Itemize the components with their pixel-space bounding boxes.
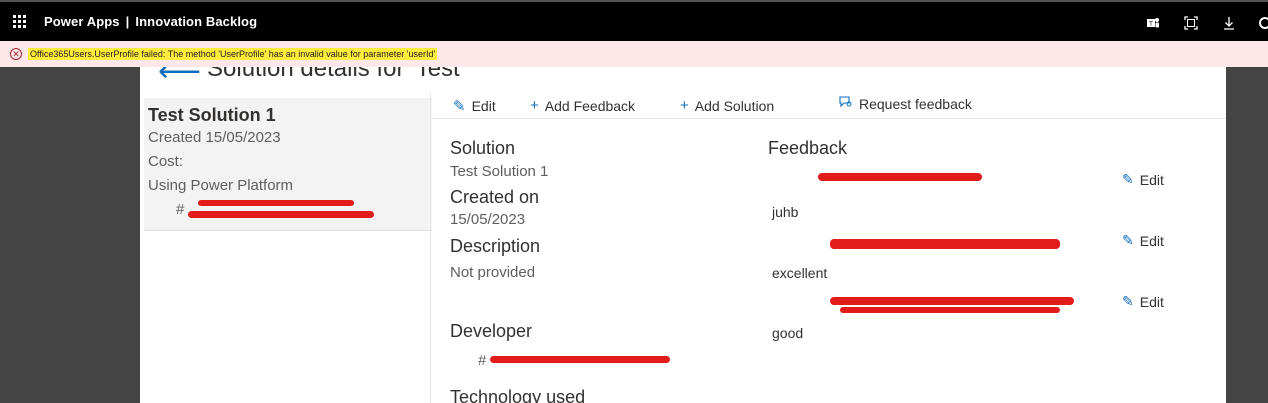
solution-item-title: Test Solution 1 [148, 105, 276, 125]
redaction-mark [818, 173, 982, 181]
teams-icon[interactable]: T [1134, 16, 1172, 30]
error-message: Office365Users.UserProfile failed: The m… [28, 48, 438, 60]
app-name: Power Apps [44, 14, 120, 29]
solution-list-item[interactable]: Test Solution 1 Created 15/05/2023 Cost:… [144, 98, 432, 231]
developer-prefix: # [478, 352, 487, 369]
settings-icon[interactable] [1248, 16, 1268, 30]
add-feedback-label: Add Feedback [544, 97, 636, 114]
download-icon[interactable] [1210, 16, 1248, 30]
app-title: Power Apps | Innovation Backlog [44, 14, 257, 29]
feedback-item-text: juhb [772, 204, 799, 220]
solution-item-owner-prefix: # [176, 201, 185, 218]
error-bar: ✕ Office365Users.UserProfile failed: The… [0, 41, 1268, 67]
error-icon[interactable]: ✕ [10, 48, 22, 60]
pencil-icon: ✎ [1122, 171, 1134, 187]
feedback-label: Feedback [768, 138, 848, 158]
solution-value: Test Solution 1 [450, 163, 549, 180]
description-label: Description [450, 236, 541, 256]
app-canvas: ⟵ Solution details for 'Test' Test Solut… [140, 67, 1226, 403]
request-feedback-label: Request feedback [859, 96, 972, 112]
feedback-edit-button[interactable]: ✎ Edit [1122, 171, 1164, 188]
page-header: ⟵ Solution details for 'Test' [140, 67, 1226, 92]
add-solution-label: Add Solution [694, 97, 775, 114]
solution-item-using: Using Power Platform [148, 177, 294, 194]
title-separator: | [125, 14, 130, 29]
expand-icon[interactable] [1172, 15, 1210, 30]
command-bar: ✎ Edit + Add Feedback + Add Solution Reques… [431, 92, 1226, 119]
created-on-value: 15/05/2023 [450, 211, 526, 228]
feedback-item-text: excellent [772, 265, 828, 281]
svg-text:T: T [1148, 20, 1153, 27]
top-icons: T [1134, 2, 1268, 43]
redaction-mark [840, 307, 1060, 313]
redaction-mark [830, 239, 1060, 249]
redaction-mark [490, 356, 670, 363]
app-title-text: Innovation Backlog [135, 14, 258, 29]
feedback-edit-button[interactable]: ✎ Edit [1122, 293, 1164, 310]
created-on-label: Created on [450, 187, 540, 207]
redaction-mark [198, 200, 354, 206]
developer-label: Developer [450, 321, 533, 341]
plus-icon: + [530, 97, 539, 114]
pencil-icon: ✎ [1122, 293, 1134, 309]
request-feedback-button[interactable]: Request feedback [838, 95, 972, 113]
page-title: Solution details for 'Test' [207, 67, 465, 82]
edit-button[interactable]: ✎ Edit [453, 97, 496, 115]
feedback-edit-label: Edit [1139, 293, 1164, 310]
pencil-icon: ✎ [453, 98, 466, 115]
pencil-icon: ✎ [1122, 232, 1134, 248]
feedback-edit-label: Edit [1139, 232, 1164, 249]
solution-item-cost: Cost: [148, 153, 184, 170]
plus-icon: + [680, 97, 689, 114]
edit-button-label: Edit [471, 98, 496, 114]
waffle-icon[interactable] [0, 3, 38, 41]
solution-label: Solution [450, 138, 516, 158]
solution-item-created: Created 15/05/2023 [148, 129, 281, 146]
top-bar: Power Apps | Innovation Backlog T [0, 0, 1268, 41]
panel-divider [430, 92, 431, 403]
feedback-edit-label: Edit [1139, 171, 1164, 188]
redaction-mark [188, 211, 374, 218]
technology-used-label: Technology used [450, 387, 586, 403]
redaction-mark [830, 297, 1074, 305]
back-arrow-icon[interactable]: ⟵ [158, 67, 201, 87]
people-feedback-icon [838, 95, 853, 113]
add-feedback-button[interactable]: + Add Feedback [530, 97, 635, 114]
feedback-edit-button[interactable]: ✎ Edit [1122, 232, 1164, 249]
description-value: Not provided [450, 264, 536, 281]
feedback-item-text: good [772, 325, 804, 341]
add-solution-button[interactable]: + Add Solution [680, 97, 774, 114]
